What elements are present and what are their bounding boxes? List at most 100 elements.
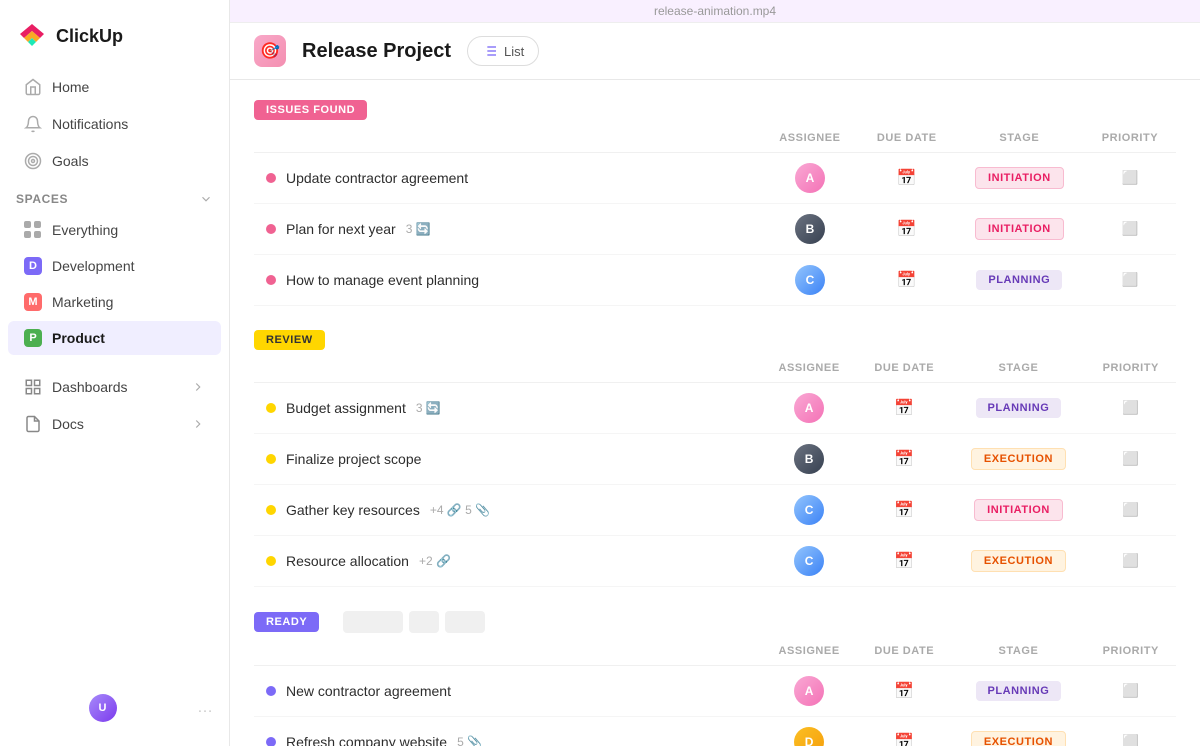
- date-cell: 📅: [857, 434, 951, 485]
- calendar-icon: 📅: [897, 221, 917, 238]
- assignee-cell: B: [761, 434, 857, 485]
- dashboards-left: Dashboards: [24, 378, 128, 396]
- list-view-label: List: [504, 44, 524, 59]
- home-icon: [24, 78, 42, 96]
- assignee-cell: A: [761, 153, 859, 204]
- stage-badge: PLANNING: [976, 270, 1062, 290]
- spaces-header: Spaces: [0, 180, 229, 212]
- sidebar-item-development[interactable]: D Development: [8, 249, 221, 283]
- stage-cell: EXECUTION: [951, 434, 1085, 485]
- stage-cell: PLANNING: [951, 383, 1085, 434]
- main-content: release-animation.mp4 🎯 Release Project …: [230, 0, 1200, 746]
- priority-cell: ⬜: [1084, 153, 1176, 204]
- col-date-review: DUE DATE: [857, 354, 951, 383]
- col-assignee-issues: ASSIGNEE: [761, 124, 859, 153]
- task-title: Refresh company website: [286, 734, 447, 746]
- app-name: ClickUp: [56, 26, 123, 47]
- logo[interactable]: ClickUp: [0, 12, 229, 68]
- calendar-icon: 📅: [894, 734, 914, 746]
- spaces-product-label: Product: [52, 330, 105, 346]
- table-row: Update contractor agreement A 📅 INITIATI…: [254, 153, 1176, 204]
- col-priority-review: PRIORITY: [1086, 354, 1176, 383]
- stage-cell: EXECUTION: [951, 536, 1085, 587]
- priority-cell: ⬜: [1086, 717, 1176, 746]
- col-task-name-issues: [254, 124, 761, 153]
- sidebar-item-marketing[interactable]: M Marketing: [8, 285, 221, 319]
- task-name-cell: Budget assignment 3 🔄: [254, 383, 761, 434]
- chevron-down-icon[interactable]: [199, 192, 213, 206]
- docs-icon: [24, 415, 42, 433]
- priority-cell: ⬜: [1086, 536, 1176, 587]
- col-priority-ready: PRIORITY: [1086, 637, 1176, 666]
- calendar-icon: 📅: [894, 400, 914, 417]
- col-date-issues: DUE DATE: [859, 124, 955, 153]
- sidebar-item-dashboards[interactable]: Dashboards: [8, 369, 221, 405]
- avatar: C: [794, 495, 824, 525]
- table-row: Resource allocation +2 🔗 C 📅 EXECUTION ⬜: [254, 536, 1176, 587]
- stage-cell: EXECUTION: [951, 717, 1085, 746]
- task-dot: [266, 403, 276, 413]
- sidebar-item-home[interactable]: Home: [8, 69, 221, 105]
- table-row: How to manage event planning C 📅 PLANNIN…: [254, 255, 1176, 306]
- issues-badge: ISSUES FOUND: [254, 100, 367, 120]
- task-name-cell: Refresh company website 5 📎: [254, 717, 761, 746]
- task-meta: +2 🔗: [419, 554, 451, 568]
- date-cell: 📅: [859, 204, 955, 255]
- calendar-icon: 📅: [897, 272, 917, 289]
- list-view-button[interactable]: List: [467, 36, 539, 66]
- docs-left: Docs: [24, 415, 84, 433]
- list-view-icon: [482, 43, 498, 59]
- sidebar-item-product[interactable]: P Product: [8, 321, 221, 355]
- priority-cell: ⬜: [1086, 434, 1176, 485]
- col-assignee-ready: ASSIGNEE: [761, 637, 857, 666]
- date-cell: 📅: [857, 536, 951, 587]
- sidebar-item-everything[interactable]: Everything: [8, 213, 221, 247]
- priority-cell: ⬜: [1086, 383, 1176, 434]
- stage-cell: INITIATION: [955, 204, 1084, 255]
- product-icon: P: [24, 329, 42, 347]
- ready-control-2[interactable]: [409, 611, 439, 633]
- table-row: Gather key resources +4 🔗 5 📎 C 📅 INITIA…: [254, 485, 1176, 536]
- priority-cell: ⬜: [1086, 485, 1176, 536]
- assignee-cell: A: [761, 666, 857, 717]
- task-title: Finalize project scope: [286, 451, 421, 467]
- stage-badge: PLANNING: [976, 681, 1062, 701]
- ready-table: ASSIGNEE DUE DATE STAGE PRIORITY New con…: [254, 637, 1176, 746]
- task-name-cell: How to manage event planning: [254, 255, 761, 306]
- review-section-header: REVIEW: [254, 330, 1176, 350]
- sidebar-item-docs[interactable]: Docs: [8, 406, 221, 442]
- calendar-icon: 📅: [894, 683, 914, 700]
- stage-cell: PLANNING: [951, 666, 1085, 717]
- task-dot: [266, 737, 276, 746]
- sidebar-item-notifications[interactable]: Notifications: [8, 106, 221, 142]
- task-title: Resource allocation: [286, 553, 409, 569]
- review-table: ASSIGNEE DUE DATE STAGE PRIORITY Budget …: [254, 354, 1176, 587]
- stage-cell: PLANNING: [955, 255, 1084, 306]
- task-meta: 3 🔄: [406, 222, 431, 236]
- sidebar-item-goals[interactable]: Goals: [8, 143, 221, 179]
- task-dot: [266, 686, 276, 696]
- clickup-logo-icon: [16, 20, 48, 52]
- review-badge: REVIEW: [254, 330, 325, 350]
- task-name-cell: New contractor agreement: [254, 666, 761, 717]
- avatar: A: [794, 393, 824, 423]
- dashboards-icon: [24, 378, 42, 396]
- ready-control-3[interactable]: [445, 611, 485, 633]
- avatar: B: [795, 214, 825, 244]
- task-dot: [266, 275, 276, 285]
- spaces-everything-label: Everything: [52, 222, 118, 238]
- issues-section-header: ISSUES FOUND: [254, 100, 1176, 120]
- spaces-marketing-label: Marketing: [52, 294, 113, 310]
- development-icon: D: [24, 257, 42, 275]
- avatar: D: [794, 727, 824, 746]
- ready-control-1[interactable]: [343, 611, 403, 633]
- sidebar-home-label: Home: [52, 79, 89, 95]
- assignee-cell: C: [761, 255, 859, 306]
- ready-section-header: READY: [254, 611, 1176, 633]
- col-stage-review: STAGE: [951, 354, 1085, 383]
- task-title: Plan for next year: [286, 221, 396, 237]
- calendar-icon: 📅: [897, 170, 917, 187]
- user-avatar[interactable]: U: [89, 694, 117, 722]
- chevron-right-icon-2: [191, 417, 205, 431]
- task-title: Update contractor agreement: [286, 170, 468, 186]
